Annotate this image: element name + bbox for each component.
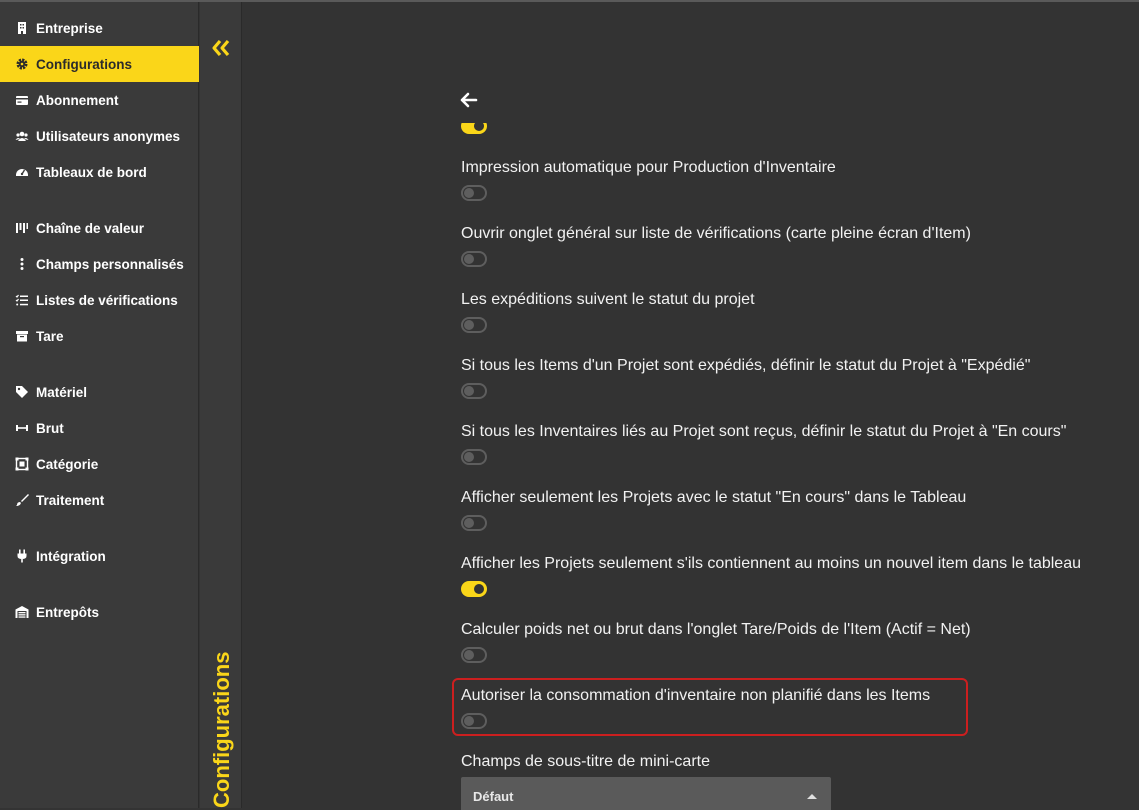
- setting-toggle-7[interactable]: [461, 581, 487, 597]
- setting-label-5: Si tous les Inventaires liés au Projet s…: [461, 423, 1067, 440]
- sidebar-item-tableaux-de-bord[interactable]: Tableaux de bord: [0, 154, 199, 190]
- select-value: Défaut: [473, 789, 514, 804]
- object-group-icon: [14, 456, 30, 472]
- setting-toggle-4[interactable]: [461, 383, 487, 399]
- sidebar: Entreprise Configurations Abonnement Uti…: [0, 2, 199, 808]
- collapse-button[interactable]: [210, 38, 232, 58]
- caret-up-icon: [807, 794, 817, 799]
- gear-icon: [14, 56, 30, 72]
- ruler-horizontal-icon: [14, 420, 30, 436]
- setting-toggle-6[interactable]: [461, 515, 487, 531]
- setting-label-7: Afficher les Projets seulement s'ils con…: [461, 555, 1081, 572]
- sidebar-item-label: Champs personnalisés: [36, 256, 184, 272]
- setting-toggle-8[interactable]: [461, 647, 487, 663]
- subtitle-field-label: Champs de sous-titre de mini-carte: [461, 753, 710, 770]
- setting-label-2: Ouvrir onglet général sur liste de vérif…: [461, 225, 971, 242]
- sidebar-item-label: Chaîne de valeur: [36, 220, 145, 236]
- sidebar-item-label: Intégration: [36, 548, 106, 564]
- warehouse-icon: [14, 604, 30, 620]
- setting-label-3: Les expéditions suivent le statut du pro…: [461, 291, 755, 308]
- sidebar-item-entreprise[interactable]: Entreprise: [0, 10, 199, 46]
- sidebar-item-label: Entrepôts: [36, 604, 100, 620]
- arrow-left-icon: [460, 92, 478, 108]
- sidebar-item-label: Configurations: [36, 56, 132, 72]
- sidebar-item-label: Catégorie: [36, 456, 99, 472]
- sidebar-item-utilisateurs-anonymes[interactable]: Utilisateurs anonymes: [0, 118, 199, 154]
- setting-label-8: Calculer poids net ou brut dans l'onglet…: [461, 621, 971, 638]
- sidebar-item-label: Brut: [36, 420, 64, 436]
- plug-icon: [14, 548, 30, 564]
- setting-toggle-1[interactable]: [461, 185, 487, 201]
- sidebar-item-label: Matériel: [36, 384, 88, 400]
- setting-toggle-3[interactable]: [461, 317, 487, 333]
- sidebar-item-entrepots[interactable]: Entrepôts: [0, 594, 199, 630]
- sidebar-item-categorie[interactable]: Catégorie: [0, 446, 199, 482]
- setting-label-9: Autoriser la consommation d'inventaire n…: [461, 687, 931, 704]
- sidebar-item-traitement[interactable]: Traitement: [0, 482, 199, 518]
- sidebar-item-abonnement[interactable]: Abonnement: [0, 82, 199, 118]
- sidebar-item-tare[interactable]: Tare: [0, 318, 199, 354]
- brush-icon: [14, 492, 30, 508]
- building-icon: [14, 20, 30, 36]
- credit-card-icon: [14, 92, 30, 108]
- sidebar-item-listes-de-verifications[interactable]: Listes de vérifications: [0, 282, 199, 318]
- panel-vertical-title: Configurations: [209, 651, 234, 808]
- sidebar-item-champs-personnalises[interactable]: Champs personnalisés: [0, 246, 199, 282]
- setting-label-4: Si tous les Items d'un Projet sont expéd…: [461, 357, 1031, 374]
- tag-icon: [14, 384, 30, 400]
- setting-label-1: Impression automatique pour Production d…: [461, 159, 836, 176]
- back-button[interactable]: [459, 90, 479, 110]
- setting-toggle-0[interactable]: [461, 123, 487, 134]
- vertical-dots-icon: [14, 256, 30, 272]
- sidebar-item-label: Abonnement: [36, 92, 119, 108]
- sidebar-item-label: Listes de vérifications: [36, 292, 178, 308]
- sidebar-item-chaine-de-valeur[interactable]: Chaîne de valeur: [0, 210, 199, 246]
- sidebar-item-label: Entreprise: [36, 20, 103, 36]
- sidebar-item-label: Tare: [36, 328, 64, 344]
- sidebar-item-integration[interactable]: Intégration: [0, 538, 199, 574]
- subtitle-field-select[interactable]: Défaut: [461, 777, 831, 810]
- value-chain-icon: [14, 220, 30, 236]
- users-icon: [14, 128, 30, 144]
- archive-box-icon: [14, 328, 30, 344]
- secondary-panel: Configurations: [200, 2, 242, 808]
- sidebar-item-label: Utilisateurs anonymes: [36, 128, 181, 144]
- main-content: Impression automatique pour Production d…: [243, 2, 1139, 810]
- sidebar-item-configurations[interactable]: Configurations: [0, 46, 199, 82]
- setting-label-6: Afficher seulement les Projets avec le s…: [461, 489, 967, 506]
- sidebar-item-brut[interactable]: Brut: [0, 410, 199, 446]
- sidebar-item-label: Traitement: [36, 492, 105, 508]
- double-chevron-left-icon: [212, 39, 230, 57]
- sidebar-item-label: Tableaux de bord: [36, 164, 147, 180]
- setting-toggle-5[interactable]: [461, 449, 487, 465]
- gauge-icon: [14, 164, 30, 180]
- sidebar-item-materiel[interactable]: Matériel: [0, 374, 199, 410]
- setting-toggle-2[interactable]: [461, 251, 487, 267]
- setting-toggle-9[interactable]: [461, 713, 487, 729]
- checklist-icon: [14, 292, 30, 308]
